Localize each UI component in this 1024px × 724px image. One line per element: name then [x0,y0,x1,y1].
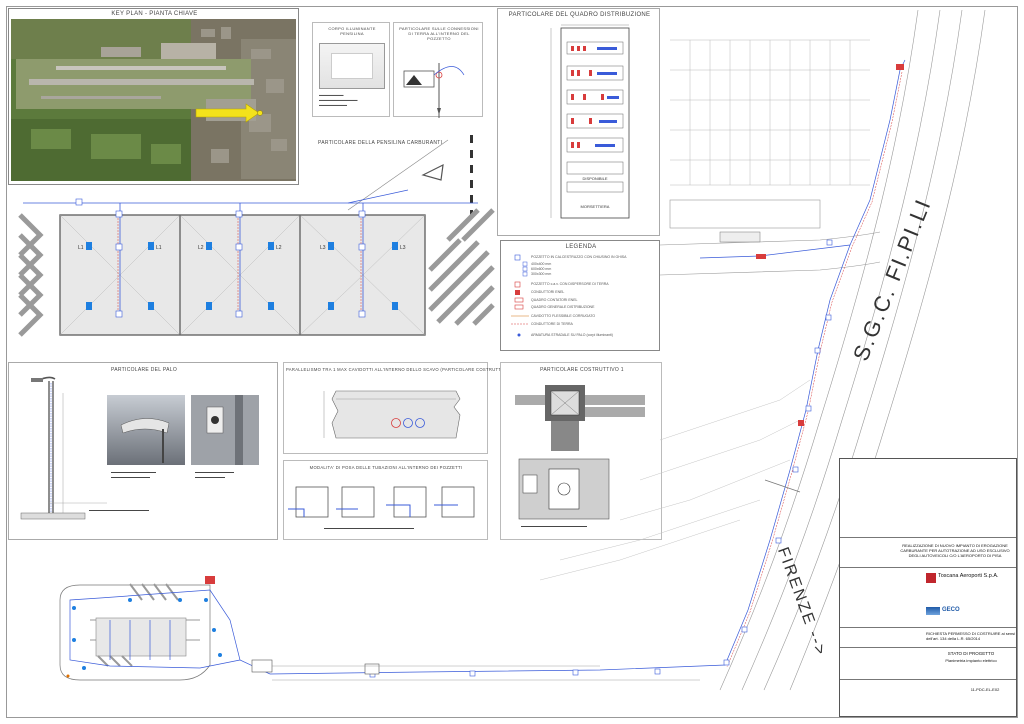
costruttivo1-panel: PARTICOLARE COSTRUTTIVO 1 ▬▬▬▬▬▬▬▬▬▬▬▬▬▬… [500,362,662,540]
title-subject: REALIZZAZIONE DI NUOVO IMPIANTO DI EROGA… [900,543,1010,558]
corpo-illuminante-title: CORPO ILLUMINANTE PENSILINA [328,26,376,36]
legenda-item-0: POZZETTO IN CALCESTRUZZO CON CHIUSINO IN… [531,255,627,259]
title-request: RICHIESTA PERMESSO DI COSTRUIRE ai sensi… [926,631,1016,641]
svg-text:▬▬▬▬▬▬▬▬▬▬▬▬▬: ▬▬▬▬▬▬▬▬▬▬▬▬▬ [111,475,150,479]
title-drawing: Planimetria impianto elettrico [945,658,997,663]
pozzetto-section-drawing: ▬▬▬▬▬▬▬▬▬▬▬▬▬▬▬▬▬▬▬▬▬▬ [515,385,645,528]
legenda-item-10: ARMATURA STRADALE SU PALO (corpi illumin… [531,333,613,337]
legenda-item-3: 300x300 mm [531,272,552,276]
quadro-morsettiera: MORSETTIERA [581,204,610,209]
corpo-illuminante-panel: CORPO ILLUMINANTE PENSILINA ▬▬▬▬▬▬▬ ▬▬▬▬▬… [312,22,390,117]
key-plan-title: KEY PLAN - PIANTA CHIAVE [111,11,198,17]
legenda-item-5: CONDUTTORI ENEL [531,290,565,294]
svg-text:▬▬▬▬▬▬▬▬▬▬▬▬▬▬▬▬▬▬▬▬▬▬: ▬▬▬▬▬▬▬▬▬▬▬▬▬▬▬▬▬▬▬▬▬▬ [521,524,587,528]
messa-terra-panel: PARTICOLARE SULLE CONNESSIONI DI TERRA A… [393,22,483,118]
palo-drawing: ▬▬▬▬▬▬▬▬▬▬▬▬▬▬▬ ▬▬▬▬▬▬▬▬▬▬▬▬▬ ▬▬▬▬▬▬▬▬▬▬… [20,376,259,520]
pensilina-plan: L1 L1 L2 L2 L3 L3 [18,135,495,337]
quadro-drawing: DISPONIBILE MORSETTIERA [550,24,630,219]
title-code: 11-PDC-EL-E02 [970,687,1000,692]
designer-logo [926,607,940,615]
legenda-item-1: 400x400 mm [531,262,552,266]
pozzetto-terra-drawing [403,63,465,118]
lamp-fixture-glass [331,53,373,79]
lamp-label-l2a: L2 [276,245,282,251]
svg-text:▬▬▬▬▬▬▬▬▬▬: ▬▬▬▬▬▬▬▬▬▬ [195,475,225,479]
legenda-item-8: CAVIDOTTO FLESSIBILE CORRUGATO [531,314,596,318]
title-block: REALIZZAZIONE DI NUOVO IMPIANTO DI EROGA… [839,458,1017,717]
scavo-section [323,390,461,439]
title-client: Toscana Aeroporti S.p.A. [938,573,999,579]
svg-text:▬▬▬▬▬▬▬▬▬▬▬▬▬▬▬: ▬▬▬▬▬▬▬▬▬▬▬▬▬▬▬ [111,470,156,474]
client-logo [926,573,936,583]
corpo-notes: ▬▬▬▬▬▬▬ ▬▬▬▬▬▬▬▬▬▬▬ ▬▬▬▬▬▬▬▬ [319,93,358,107]
title-designer: GECO [942,607,960,613]
lamp-label-l2b: L2 [198,245,204,251]
svg-text:▬▬▬▬▬▬▬▬▬▬▬▬▬: ▬▬▬▬▬▬▬▬▬▬▬▬▬ [195,470,234,474]
palo-panel: PARTICOLARE DEL PALO ▬▬▬▬▬▬▬▬▬▬▬▬▬▬▬ ▬▬▬… [8,362,278,540]
modalita-panel: MODALITA' DI POSA DELLE TUBAZIONI ALL'IN… [283,460,488,540]
svg-text:▬▬▬▬▬▬▬▬▬▬▬▬▬▬▬▬▬▬▬▬▬▬▬▬▬▬▬▬▬▬: ▬▬▬▬▬▬▬▬▬▬▬▬▬▬▬▬▬▬▬▬▬▬▬▬▬▬▬▬▬▬ [324,526,414,530]
legenda-item-2: 600x600 mm [531,267,552,271]
lamp-label-l1b: L1 [78,245,84,251]
pozzetti-posa-drawing: ▬▬▬▬▬▬▬▬▬▬▬▬▬▬▬▬▬▬▬▬▬▬▬▬▬▬▬▬▬▬ [288,486,475,530]
lamp-label-l1a: L1 [156,245,162,251]
legenda-item-6: QUADRO CONTATORI ENEL [531,298,578,302]
legenda-item-9: CONDUTTORE DI TERRA [531,322,573,326]
legenda-panel: LEGENDA POZZETTO IN CALCESTRUZZO CON CHI… [500,240,660,351]
legenda-item-4: POZZETTO c.a.v. CON DISPERSORE DI TERRA [531,282,609,286]
quadro-disponibile: DISPONIBILE [582,176,607,181]
lamp-label-l3a: L3 [400,245,406,251]
title-state: STATO DI PROGETTO [947,651,995,656]
parallelismo-panel: PARALLELISMO TRA 1 MAX CAVIDOTTI ALL'INT… [283,362,515,454]
lamp-label-l3b: L3 [320,245,326,251]
legenda-item-7: QUADRO GENERALE DISTRIBUZIONE [531,305,595,309]
svg-text:▬▬▬▬▬▬▬▬▬▬▬▬▬▬▬▬▬▬▬▬: ▬▬▬▬▬▬▬▬▬▬▬▬▬▬▬▬▬▬▬▬ [89,508,149,512]
